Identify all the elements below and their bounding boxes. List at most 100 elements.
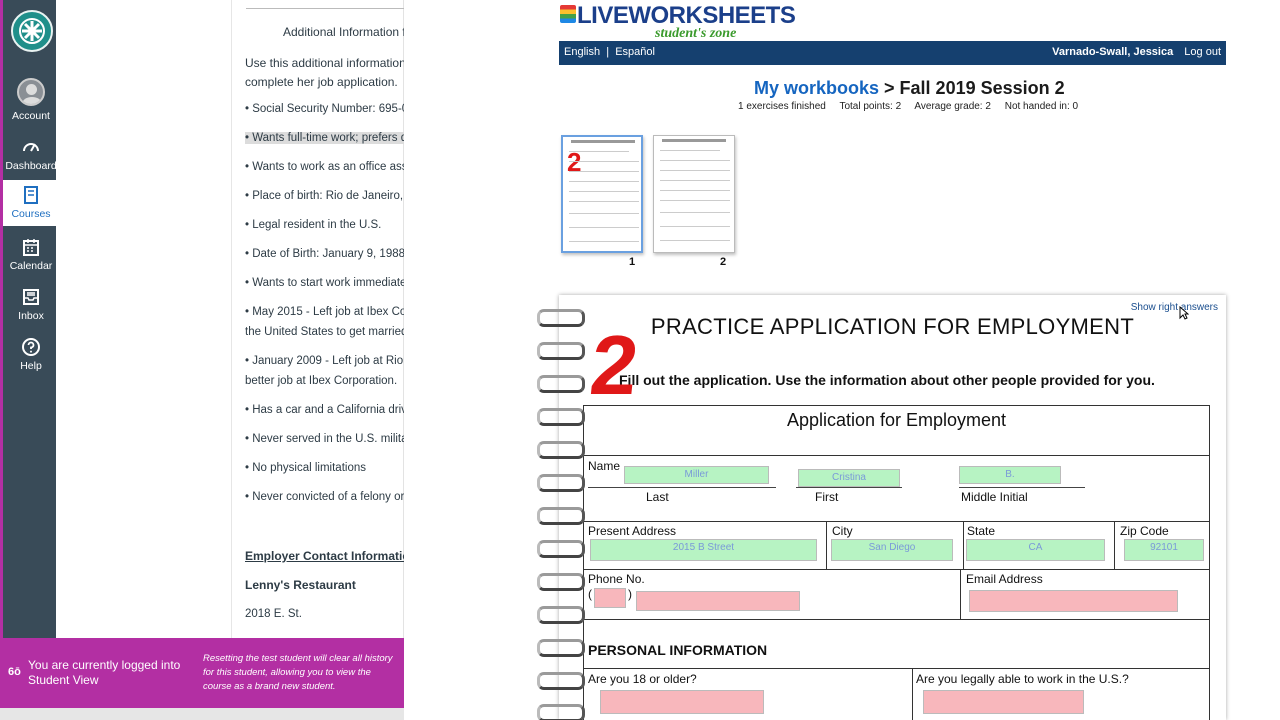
spiral-ring-icon [535, 470, 585, 492]
list-item: • Never served in the U.S. military [245, 433, 404, 445]
thumbnail-number-2: 2 [720, 256, 727, 268]
area-code-field[interactable] [594, 588, 626, 608]
show-right-answers-link[interactable]: Show right answers [1131, 302, 1218, 313]
thumb-title-line [571, 140, 635, 143]
nav-inbox-label: Inbox [18, 310, 44, 322]
middle-initial-field[interactable]: B. [959, 466, 1061, 484]
nav-help[interactable]: Help [3, 337, 59, 372]
horizontal-scrollbar[interactable] [0, 708, 404, 720]
last-underline [588, 487, 776, 488]
row-divider [584, 569, 1209, 570]
application-form: Application for Employment Name Miller C… [583, 405, 1210, 720]
intro-text: Use this additional information ab compl… [245, 54, 404, 92]
legal-answer-field[interactable] [923, 690, 1084, 714]
thumb-line [660, 212, 730, 213]
worksheet-title: PRACTICE APPLICATION FOR EMPLOYMENT [650, 314, 1135, 339]
grade-mark: 2 [586, 318, 643, 412]
lang-english-link[interactable]: English [564, 46, 600, 58]
address-field[interactable]: 2015 B Street [590, 539, 817, 561]
nav-calendar-label: Calendar [9, 260, 53, 272]
liveworksheets-panel: LIVEWORKSHEETS student's zone English | … [404, 0, 1280, 720]
spiral-ring-icon [535, 635, 585, 657]
nav-courses[interactable]: Courses [3, 180, 59, 226]
student-view-title: You are currently logged into Student Vi… [28, 658, 181, 687]
global-nav: Account Dashboard Courses Calendar Inbox… [0, 0, 59, 638]
thumb-line [569, 151, 629, 152]
intro-line-2: complete her job application. [245, 75, 398, 89]
col-divider [1114, 521, 1115, 569]
list-item[interactable]: • Wants full-time work; prefers da [245, 129, 404, 148]
student-view-banner: 6ō You are currently logged into Student… [0, 638, 404, 708]
thumb-line [660, 200, 730, 201]
calendar-icon [23, 239, 39, 256]
age-question: Are you 18 or older? [588, 672, 697, 686]
worksheet-thumbnail-2[interactable] [653, 135, 735, 253]
my-workbooks-link[interactable]: My workbooks [754, 78, 879, 98]
col-divider [960, 569, 961, 619]
last-name-field[interactable]: Miller [624, 466, 769, 484]
thumb-line [660, 190, 730, 191]
city-field[interactable]: San Diego [831, 539, 953, 561]
age-answer-field[interactable] [600, 690, 764, 714]
middle-initial-label: Middle Initial [961, 490, 1028, 504]
nav-calendar[interactable]: Calendar [3, 237, 59, 272]
spiral-ring-icon [535, 338, 585, 360]
spiral-ring-icon [535, 668, 585, 690]
breadcrumb: My workbooks > Fall 2019 Session 2 [754, 78, 1065, 99]
user-area: Varnado-Swall, Jessica Log out [1052, 46, 1221, 58]
logo-badge-icon [560, 5, 576, 23]
thumbnail-number-1: 1 [629, 256, 636, 268]
account-avatar [17, 78, 45, 106]
list-item: • Date of Birth: January 9, 1988 [245, 248, 404, 260]
thumb-line [569, 161, 639, 162]
worksheet-instructions: Fill out the application. Use the inform… [619, 372, 1155, 388]
thumb-line [569, 171, 639, 172]
phone-label: Phone No. [588, 572, 645, 586]
list-item: • Wants to work as an office assist [245, 161, 404, 173]
nav-inbox[interactable]: Inbox [3, 287, 59, 322]
spiral-ring-icon [535, 602, 585, 624]
col-divider [912, 668, 913, 720]
state-field[interactable]: CA [966, 539, 1105, 561]
row-divider [584, 619, 1209, 620]
list-item: • Place of birth: Rio de Janeiro, Bra [245, 190, 404, 202]
mouse-pointer-icon [1179, 306, 1189, 320]
spiral-ring-icon [535, 371, 585, 393]
spiral-ring-icon [535, 437, 585, 459]
thumb-line [569, 201, 639, 202]
zip-label: Zip Code [1120, 524, 1169, 538]
legal-question: Are you legally able to work in the U.S.… [916, 672, 1129, 686]
address-label: Present Address [588, 524, 677, 538]
language-switcher: English | Español [564, 46, 655, 58]
liveworksheets-logo[interactable]: LIVEWORKSHEETS student's zone [560, 2, 796, 41]
worksheet-thumbnail-1[interactable]: 2 [561, 135, 643, 253]
middle-underline [959, 487, 1085, 488]
lang-spanish-link[interactable]: Español [615, 46, 655, 58]
list-item-continued: better job at Ibex Corporation. [245, 375, 398, 387]
logout-link[interactable]: Log out [1184, 46, 1221, 58]
employer-contact-heading: Employer Contact Information: [245, 549, 404, 563]
thumb-line [569, 213, 639, 214]
nav-courses-label: Courses [11, 208, 51, 220]
spiral-ring-icon [535, 536, 585, 558]
col-divider [826, 521, 827, 569]
assignment-text: Additional Information fo Use this addit… [245, 0, 404, 638]
spiral-ring-icon [535, 503, 585, 525]
lang-separator: | [606, 46, 610, 58]
nav-account[interactable]: Account [3, 78, 59, 122]
first-name-field[interactable]: Cristina [798, 469, 900, 487]
student-view-icon: 6ō [8, 666, 21, 678]
nav-dashboard-label: Dashboard [5, 160, 57, 172]
nav-dashboard[interactable]: Dashboard [3, 137, 59, 172]
highlighted-text[interactable]: • Wants full-time work; prefers da [245, 132, 404, 144]
dashboard-icon [23, 143, 39, 152]
institution-logo[interactable] [11, 10, 53, 52]
zip-field[interactable]: 92101 [1124, 539, 1204, 561]
stat-not-handed: Not handed in: 0 [1004, 101, 1079, 112]
user-name: Varnado-Swall, Jessica [1052, 46, 1174, 58]
row-divider [584, 668, 1209, 669]
phone-number-field[interactable] [636, 591, 800, 611]
thumb-line [660, 180, 730, 181]
email-field[interactable] [969, 590, 1178, 612]
thumb-line [569, 227, 639, 228]
